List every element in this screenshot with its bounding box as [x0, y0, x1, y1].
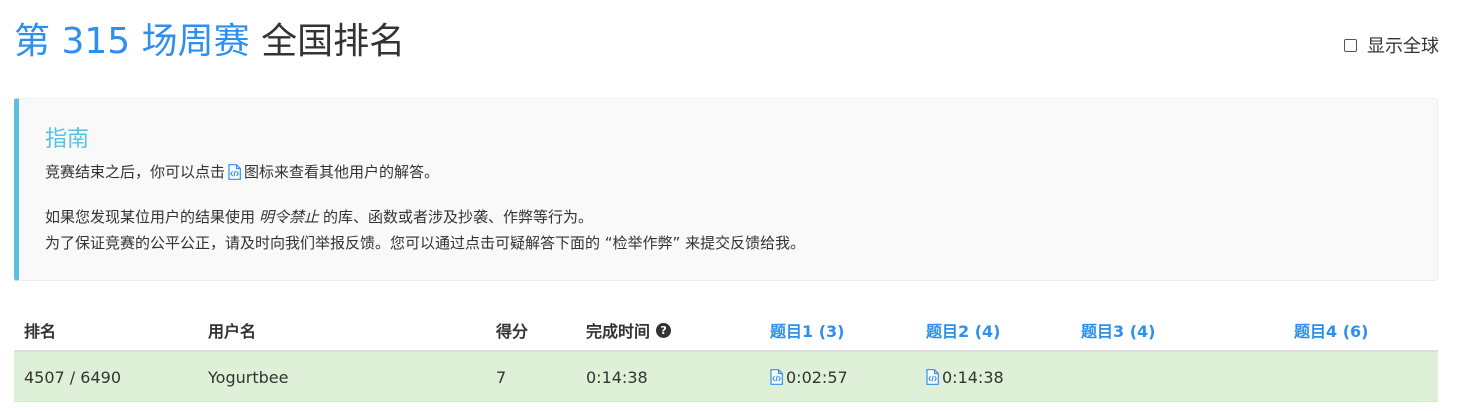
guide-line2-emphasis: 明令禁止: [259, 208, 320, 226]
row-username[interactable]: Yogurtbee: [208, 352, 288, 402]
guide-line1-after: 图标来查看其他用户的解答。: [244, 163, 440, 181]
contest-name-link[interactable]: 第 315 场周赛: [14, 21, 250, 62]
row-question-1-time: 0:02:57: [786, 367, 848, 387]
guide-line-forbidden: 如果您发现某位用户的结果使用 明令禁止 的库、函数或者涉及抄袭、作弊等行为。: [45, 206, 593, 227]
table-header: 排名 用户名 得分 完成时间 ? 题目1 (3) 题目2 (4) 题目3 (4)…: [14, 308, 1438, 352]
header-question-4[interactable]: 题目4 (6): [1294, 308, 1368, 352]
header-finish-time: 完成时间 ?: [586, 308, 672, 352]
row-question-1: 0:02:57: [770, 352, 848, 402]
row-question-2-time: 0:14:38: [942, 367, 1004, 387]
table-row: 4507 / 6490 Yogurtbee 7 0:14:38 0:02:57: [14, 352, 1438, 402]
header-question-2[interactable]: 题目2 (4): [926, 308, 1000, 352]
guide-line2-after: 的库、函数或者涉及抄袭、作弊等行为。: [323, 208, 594, 226]
guide-title: 指南: [45, 127, 90, 152]
page-title-suffix: 全国排名: [261, 21, 406, 62]
guide-line-report: 为了保证竞赛的公平公正，请及时向我们举报反馈。您可以通过点击可疑解答下面的 “检…: [45, 232, 805, 253]
ranking-table: 排名 用户名 得分 完成时间 ? 题目1 (3) 题目2 (4) 题目3 (4)…: [14, 308, 1438, 402]
row-score: 7: [496, 367, 507, 387]
guide-panel: 指南 竞赛结束之后，你可以点击 图标来查看其他用户的解答。 如果您发现某位用户的…: [14, 98, 1438, 281]
guide-line1-before: 竞赛结束之后，你可以点击: [45, 163, 226, 181]
show-global-label: 显示全球: [1367, 36, 1439, 57]
show-global-toggle[interactable]: 显示全球: [1344, 32, 1439, 58]
header-question-1[interactable]: 题目1 (3): [770, 308, 844, 352]
header-question-3[interactable]: 题目3 (4): [1081, 308, 1155, 352]
code-file-icon: [228, 163, 241, 180]
row-rank: 4507 / 6490: [24, 367, 121, 387]
header-score: 得分: [496, 322, 529, 341]
code-file-icon: [926, 369, 939, 385]
show-global-checkbox[interactable]: [1344, 38, 1357, 52]
row-question-2: 0:14:38: [926, 352, 1004, 402]
header-username: 用户名: [208, 322, 257, 341]
page-title: 第 315 场周赛 全国排名: [14, 16, 405, 68]
view-solution-q1-link[interactable]: 0:02:57: [770, 368, 848, 387]
code-file-icon: [770, 369, 783, 385]
guide-line2-before: 如果您发现某位用户的结果使用: [45, 208, 256, 226]
guide-line-view-solutions: 竞赛结束之后，你可以点击 图标来查看其他用户的解答。: [45, 161, 439, 182]
header-rank: 排名: [24, 322, 57, 341]
view-solution-q2-link[interactable]: 0:14:38: [926, 368, 1004, 387]
guide-line3-text: 为了保证竞赛的公平公正，请及时向我们举报反馈。您可以通过点击可疑解答下面的 “检…: [45, 234, 806, 252]
row-finish-time: 0:14:38: [586, 367, 648, 387]
contest-ranking-page: 第 315 场周赛 全国排名 显示全球 指南 竞赛结束之后，你可以点击 图标来查…: [0, 0, 1460, 411]
header-finish-time-label: 完成时间: [586, 322, 651, 341]
question-circle-icon[interactable]: ?: [656, 322, 672, 338]
